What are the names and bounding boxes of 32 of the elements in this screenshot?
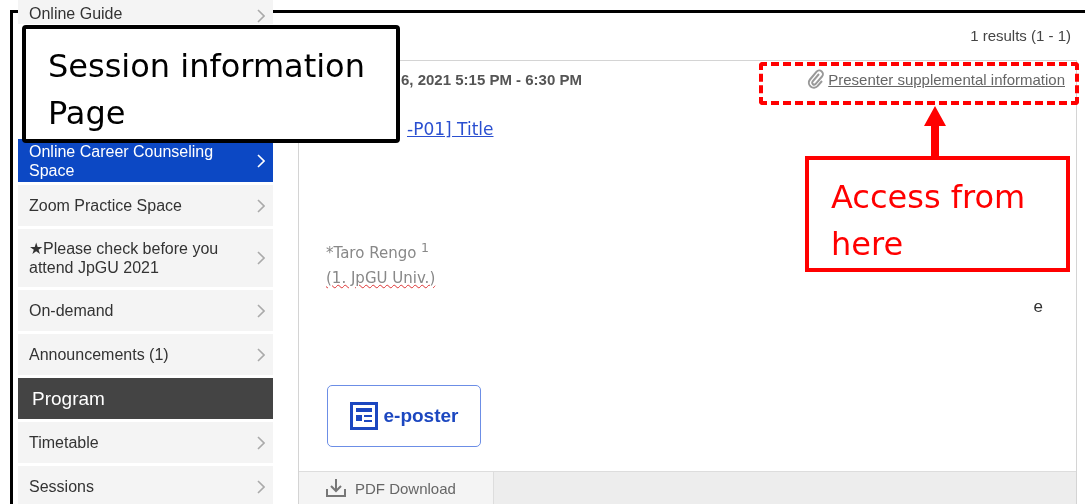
chevron-icon — [257, 9, 265, 23]
chevron-icon — [257, 198, 265, 213]
sidebar-item[interactable]: Online Career Counseling Space — [18, 139, 273, 182]
annotation-label: Session information Page — [22, 25, 400, 143]
sidebar-section-header: Program — [18, 378, 273, 419]
chevron-icon — [257, 251, 265, 265]
sidebar-item[interactable]: Announcements (1) — [18, 334, 273, 375]
chevron-icon — [257, 347, 265, 362]
sidebar-item[interactable]: On-demand — [18, 290, 273, 331]
sidebar-item[interactable]: Online Guide — [18, 0, 273, 24]
presentation-title-link[interactable]: -P01] Title — [407, 119, 494, 139]
sidebar-item[interactable]: Timetable — [18, 422, 273, 463]
chevron-icon — [257, 435, 265, 450]
paperclip-icon — [807, 69, 826, 89]
poster-icon — [349, 402, 378, 430]
chevron-icon — [257, 303, 265, 318]
session-date: 6, 2021 5:15 PM - 6:30 PM — [401, 70, 582, 88]
annotation-callout: Access from here — [805, 156, 1070, 272]
chevron-icon — [257, 479, 265, 494]
sidebar-item[interactable]: ★Please check before you attend JpGU 2021 — [18, 229, 273, 287]
text-fragment: e — [1033, 297, 1043, 317]
chevron-icon — [257, 153, 265, 168]
results-count: 1 results (1 - 1) — [970, 26, 1071, 44]
sidebar-item[interactable]: Sessions — [18, 466, 273, 504]
supplemental-info-link[interactable]: Presenter supplemental information — [807, 69, 1065, 89]
author-name: *Taro Rengo $^{1}$ — [326, 239, 430, 264]
download-icon — [325, 478, 347, 498]
e-poster-button[interactable]: e-poster — [327, 385, 481, 447]
sidebar-item[interactable]: Zoom Practice Space — [18, 185, 273, 226]
author-affiliation: (1. JpGU Univ.) — [326, 268, 436, 289]
arrow-icon — [922, 104, 948, 158]
pdf-download-tab[interactable]: PDF Download — [299, 472, 494, 504]
